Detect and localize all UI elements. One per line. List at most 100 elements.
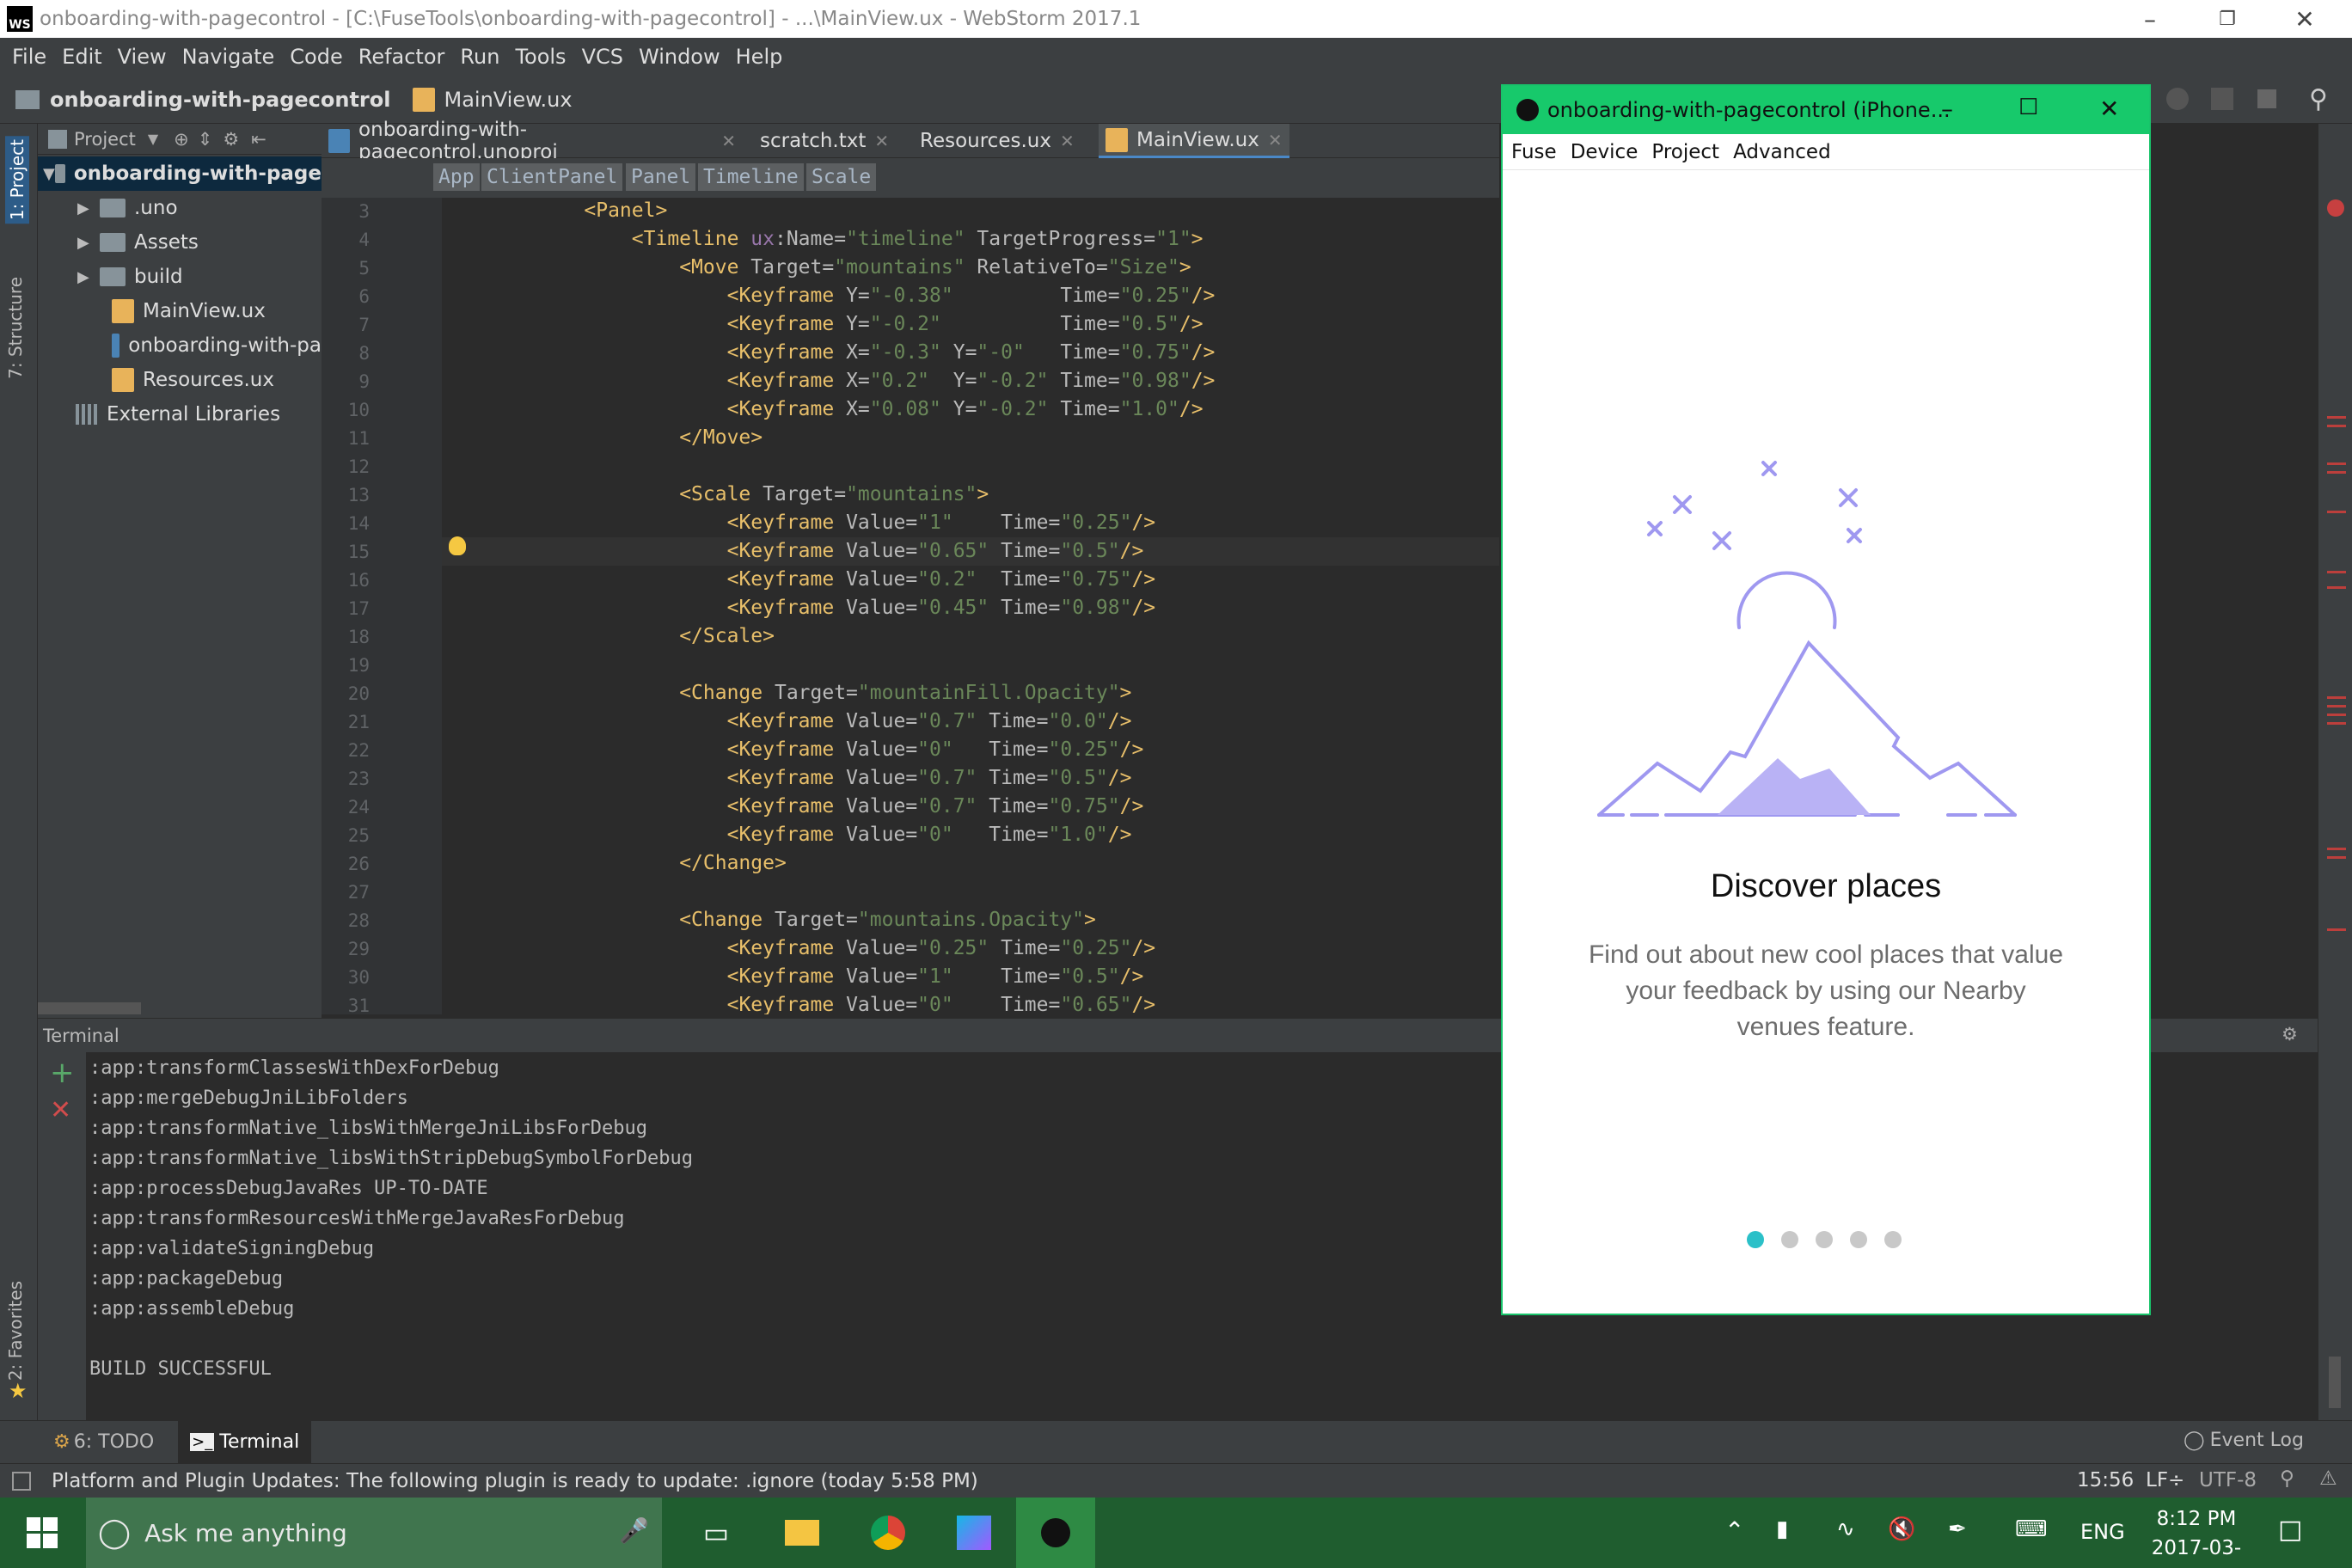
- collapse-icon[interactable]: ⇕: [198, 129, 213, 150]
- error-mark[interactable]: [2327, 416, 2346, 419]
- menu-window[interactable]: Window: [639, 45, 720, 69]
- fuse-menu-project[interactable]: Project: [1651, 141, 1719, 163]
- fuse-menu-fuse[interactable]: Fuse: [1511, 141, 1557, 163]
- notifications-icon[interactable]: ⚠: [2319, 1467, 2337, 1490]
- encoding[interactable]: UTF-8: [2199, 1469, 2257, 1491]
- menu-navigate[interactable]: Navigate: [182, 45, 275, 69]
- error-mark[interactable]: [2327, 425, 2346, 427]
- close-tab-icon[interactable]: ✕: [1060, 131, 1075, 151]
- event-log-button[interactable]: ◯ Event Log: [2184, 1430, 2304, 1451]
- volume-muted-icon[interactable]: 🔇: [1888, 1516, 1915, 1542]
- panel-toggle-icon[interactable]: [12, 1471, 31, 1491]
- lock-icon[interactable]: ⚲: [2280, 1467, 2294, 1490]
- error-mark[interactable]: [2327, 714, 2346, 716]
- keyboard-icon[interactable]: ⌨: [2015, 1516, 2048, 1542]
- tab-mainview[interactable]: MainView.ux ✕: [1099, 124, 1289, 158]
- close-session-icon[interactable]: ✕: [50, 1095, 71, 1125]
- file-explorer-icon[interactable]: [779, 1510, 825, 1556]
- error-mark[interactable]: [2327, 848, 2346, 850]
- error-mark[interactable]: [2327, 471, 2346, 474]
- tree-item-assets[interactable]: ▶ Assets: [77, 225, 199, 260]
- action-center-icon[interactable]: □: [2278, 1515, 2302, 1545]
- dropdown-arrow-icon[interactable]: ▼: [148, 131, 158, 147]
- task-view-icon[interactable]: ▭: [693, 1510, 739, 1556]
- hide-panel-icon[interactable]: ⇤: [251, 129, 266, 150]
- menu-tools[interactable]: Tools: [515, 45, 566, 69]
- tab-resources[interactable]: Resources.ux ✕: [904, 124, 1075, 158]
- menu-code[interactable]: Code: [290, 45, 342, 69]
- cortana-search-box[interactable]: ◯ Ask me anything 🎤: [86, 1498, 662, 1568]
- menu-file[interactable]: File: [12, 45, 46, 69]
- input-language[interactable]: ENG: [2080, 1520, 2125, 1544]
- error-mark[interactable]: [2327, 856, 2346, 859]
- horizontal-scrollbar[interactable]: [38, 1002, 141, 1014]
- project-view-label[interactable]: Project: [74, 129, 136, 150]
- fuse-taskbar-icon[interactable]: [1016, 1498, 1095, 1568]
- tab-structure[interactable]: 7: Structure: [5, 277, 26, 379]
- settings-icon[interactable]: [2166, 88, 2189, 110]
- page-indicator-dot-3[interactable]: [1816, 1231, 1833, 1248]
- locate-icon[interactable]: ⊕: [174, 129, 189, 150]
- nav-project[interactable]: onboarding-with-pagecontrol: [50, 88, 390, 112]
- coverage-icon[interactable]: [2211, 88, 2233, 110]
- crumb-scale[interactable]: Scale: [806, 163, 877, 191]
- page-indicator-dot-2[interactable]: [1781, 1231, 1798, 1248]
- menu-refactor[interactable]: Refactor: [358, 45, 445, 69]
- fuse-menu-device[interactable]: Device: [1571, 141, 1638, 163]
- nav-file[interactable]: MainView.ux: [444, 88, 572, 112]
- error-mark[interactable]: [2327, 722, 2346, 725]
- error-mark[interactable]: [2327, 571, 2346, 573]
- error-mark[interactable]: [2327, 462, 2346, 465]
- menu-vcs[interactable]: VCS: [582, 45, 623, 69]
- error-mark[interactable]: [2327, 696, 2346, 699]
- error-mark[interactable]: [2327, 586, 2346, 589]
- tree-item-build[interactable]: ▶ build: [77, 260, 183, 294]
- error-icon[interactable]: [2327, 199, 2344, 217]
- chrome-icon[interactable]: [865, 1510, 911, 1556]
- fuse-close-button[interactable]: ✕: [2099, 95, 2119, 123]
- gear-icon[interactable]: ⚙: [223, 129, 239, 150]
- page-indicator-dot-1[interactable]: [1747, 1231, 1764, 1248]
- tree-item-mainview[interactable]: MainView.ux: [112, 294, 266, 328]
- fuse-menu-advanced[interactable]: Advanced: [1733, 141, 1831, 163]
- lightbulb-icon[interactable]: [449, 536, 466, 555]
- error-mark[interactable]: [2327, 705, 2346, 707]
- tree-item-uno[interactable]: ▶ .uno: [77, 191, 178, 225]
- fuse-maximize-button[interactable]: ☐: [2018, 95, 2038, 120]
- minimize-button[interactable]: –: [2111, 0, 2189, 38]
- restore-button[interactable]: ❐: [2189, 0, 2266, 38]
- fuse-minimize-button[interactable]: –: [1941, 95, 1953, 123]
- menu-view[interactable]: View: [118, 45, 167, 69]
- tree-item-unoproj[interactable]: onboarding-with-pa: [112, 328, 322, 363]
- tree-item-resources[interactable]: Resources.ux: [112, 363, 274, 397]
- error-mark[interactable]: [2327, 511, 2346, 513]
- tab-favorites[interactable]: 2: Favorites: [5, 1281, 26, 1381]
- close-button[interactable]: ✕: [2266, 0, 2343, 38]
- show-hidden-icons-icon[interactable]: ⌃: [1724, 1516, 1744, 1545]
- caret-position[interactable]: 15:56: [2077, 1469, 2134, 1491]
- microphone-icon[interactable]: 🎤: [619, 1516, 649, 1545]
- gear-icon[interactable]: ⚙: [2282, 1024, 2298, 1044]
- menu-help[interactable]: Help: [736, 45, 783, 69]
- pen-icon[interactable]: ✒: [1948, 1516, 1967, 1542]
- status-message[interactable]: Platform and Plugin Updates: The followi…: [52, 1470, 978, 1492]
- tab-todo[interactable]: ⚙ 6: TODO: [53, 1431, 154, 1453]
- crumb-clientpanel[interactable]: ClientPanel: [481, 163, 623, 191]
- close-tab-icon[interactable]: ✕: [721, 131, 736, 151]
- wifi-icon[interactable]: ∿: [1836, 1516, 1855, 1542]
- close-tab-icon[interactable]: ✕: [874, 131, 889, 151]
- menu-edit[interactable]: Edit: [62, 45, 101, 69]
- line-separator[interactable]: LF÷: [2146, 1469, 2184, 1491]
- vertical-scrollbar[interactable]: [2329, 1357, 2341, 1408]
- fuse-preview-window[interactable]: onboarding-with-pagecontrol (iPhone... –…: [1501, 84, 2151, 1315]
- page-indicator-dot-4[interactable]: [1850, 1231, 1867, 1248]
- windows-start-button[interactable]: [19, 1510, 65, 1556]
- crumb-app[interactable]: App: [433, 163, 480, 191]
- search-icon[interactable]: ⚲: [2309, 84, 2328, 114]
- tab-project[interactable]: 1: Project: [5, 136, 29, 224]
- close-tab-icon[interactable]: ✕: [1268, 130, 1283, 150]
- new-session-icon[interactable]: +: [50, 1056, 75, 1090]
- menu-run[interactable]: Run: [460, 45, 499, 69]
- tab-terminal[interactable]: >_ Terminal: [178, 1420, 312, 1464]
- page-indicator-dot-5[interactable]: [1884, 1231, 1902, 1248]
